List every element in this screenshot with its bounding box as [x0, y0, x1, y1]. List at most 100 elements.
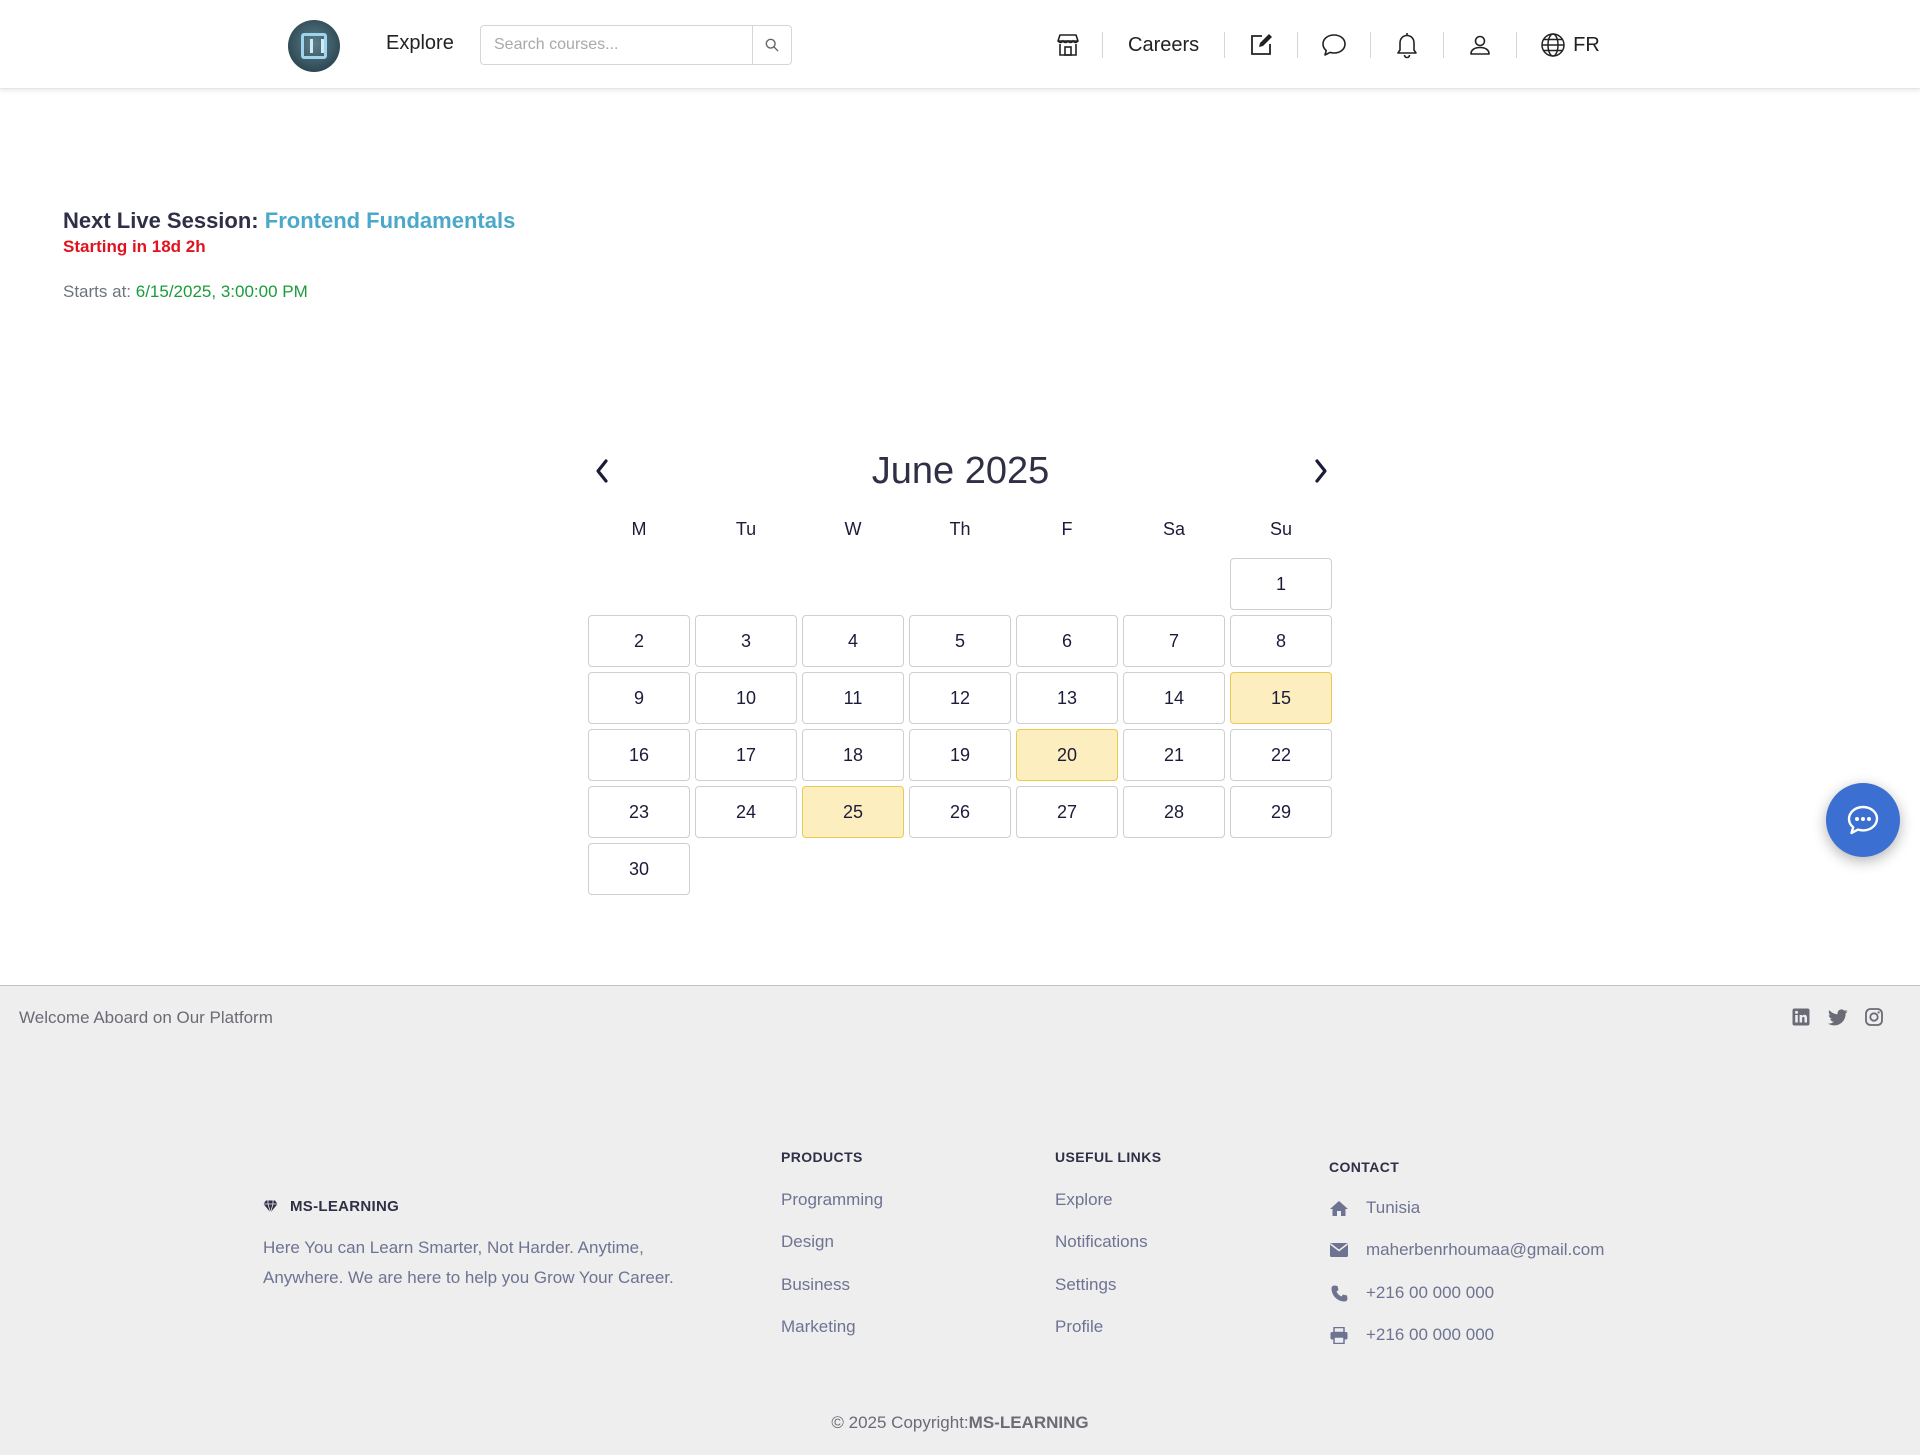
- session-start-time: Starts at: 6/15/2025, 3:00:00 PM: [63, 282, 515, 302]
- calendar-day[interactable]: 9: [588, 672, 690, 724]
- language-switcher[interactable]: FR: [1573, 34, 1600, 57]
- search-box: [480, 25, 792, 65]
- nav-separator: [1102, 32, 1103, 58]
- store-icon[interactable]: [1052, 29, 1084, 61]
- footer-useful-link[interactable]: Explore: [1055, 1190, 1113, 1210]
- instagram-icon[interactable]: [1863, 1006, 1885, 1028]
- session-label: Next Live Session:: [63, 208, 265, 233]
- calendar-day[interactable]: 6: [1016, 615, 1118, 667]
- calendar-day[interactable]: 4: [802, 615, 904, 667]
- contact-phone: +216 00 000 000: [1329, 1283, 1494, 1303]
- edit-icon[interactable]: [1245, 29, 1277, 61]
- calendar-day[interactable]: 23: [588, 786, 690, 838]
- calendar-empty-cell: [1016, 558, 1118, 610]
- calendar-day[interactable]: 17: [695, 729, 797, 781]
- footer-useful-link[interactable]: Notifications: [1055, 1232, 1148, 1252]
- calendar-header: June 2025: [588, 448, 1333, 496]
- session-countdown: Starting in 18d 2h: [63, 237, 206, 256]
- copyright-prefix: © 2025 Copyright:: [831, 1413, 969, 1432]
- chevron-right-icon: [1315, 459, 1327, 483]
- weekday-label: W: [844, 519, 862, 539]
- footer-brand-name: MS-LEARNING: [290, 1198, 400, 1215]
- footer-product-link[interactable]: Programming: [781, 1190, 883, 1210]
- starts-label: Starts at:: [63, 282, 136, 301]
- calendar-day[interactable]: 14: [1123, 672, 1225, 724]
- chat-fab-button[interactable]: [1826, 783, 1900, 857]
- copyright-brand: MS-LEARNING: [968, 1413, 1089, 1432]
- site-footer: Welcome Aboard on Our Platform MS-LEARNI…: [0, 985, 1920, 1455]
- printer-icon: [1329, 1325, 1349, 1345]
- calendar-day[interactable]: 19: [909, 729, 1011, 781]
- calendar-month-title: June 2025: [871, 450, 1050, 492]
- calendar-day[interactable]: 10: [695, 672, 797, 724]
- calendar-day[interactable]: 28: [1123, 786, 1225, 838]
- search-input[interactable]: [481, 26, 753, 64]
- user-icon[interactable]: [1464, 29, 1496, 61]
- weekday-label: Sa: [1162, 519, 1186, 539]
- footer-product-link[interactable]: Design: [781, 1232, 834, 1252]
- calendar-day[interactable]: 3: [695, 615, 797, 667]
- calendar-day[interactable]: 16: [588, 729, 690, 781]
- calendar-weekdays: M Tu W Th F Sa Su: [588, 519, 1332, 540]
- calendar-day[interactable]: 12: [909, 672, 1011, 724]
- footer-contact-title: CONTACT: [1329, 1159, 1400, 1175]
- calendar-day[interactable]: 26: [909, 786, 1011, 838]
- footer-product-link[interactable]: Business: [781, 1275, 850, 1295]
- search-icon: [765, 38, 779, 52]
- nav-separator: [1297, 32, 1299, 58]
- calendar-event-day[interactable]: 15: [1230, 672, 1332, 724]
- calendar-day[interactable]: 30: [588, 843, 690, 895]
- chat-bubble-icon[interactable]: [1318, 29, 1350, 61]
- site-logo[interactable]: [288, 20, 340, 72]
- linkedin-icon[interactable]: [1790, 1006, 1812, 1028]
- calendar-day[interactable]: 22: [1230, 729, 1332, 781]
- calendar-empty-cell: [909, 558, 1011, 610]
- calendar-day[interactable]: 29: [1230, 786, 1332, 838]
- calendar-day[interactable]: 1: [1230, 558, 1332, 610]
- search-button[interactable]: [752, 26, 791, 64]
- calendar-day[interactable]: 13: [1016, 672, 1118, 724]
- weekday-label: M: [631, 519, 647, 539]
- calendar-day[interactable]: 7: [1123, 615, 1225, 667]
- calendar-event-day[interactable]: 25: [802, 786, 904, 838]
- next-session-panel: Next Live Session: Frontend Fundamentals…: [63, 208, 515, 302]
- chat-dots-icon: [1847, 805, 1879, 835]
- footer-useful-link[interactable]: Settings: [1055, 1275, 1116, 1295]
- calendar-next-button[interactable]: [1309, 454, 1333, 488]
- calendar-empty-cell: [695, 558, 797, 610]
- footer-product-link[interactable]: Marketing: [781, 1317, 856, 1337]
- nav-separator: [1224, 32, 1226, 58]
- weekday-label: Su: [1269, 519, 1293, 539]
- calendar-day[interactable]: 18: [802, 729, 904, 781]
- nav-right-group: Careers FR: [1052, 22, 1600, 68]
- contact-email-text[interactable]: maherbenrhoumaa@gmail.com: [1366, 1240, 1604, 1260]
- twitter-icon[interactable]: [1827, 1006, 1849, 1028]
- calendar-event-day[interactable]: 20: [1016, 729, 1118, 781]
- phone-icon: [1329, 1283, 1349, 1303]
- contact-fax: +216 00 000 000: [1329, 1325, 1494, 1345]
- calendar-day[interactable]: 5: [909, 615, 1011, 667]
- nav-separator: [1516, 32, 1518, 58]
- contact-email: maherbenrhoumaa@gmail.com: [1329, 1240, 1604, 1260]
- calendar-empty-cell: [1123, 558, 1225, 610]
- calendar-day[interactable]: 8: [1230, 615, 1332, 667]
- contact-phone-text: +216 00 000 000: [1366, 1283, 1495, 1302]
- footer-copyright: © 2025 Copyright:MS-LEARNING: [0, 1413, 1920, 1433]
- contact-fax-text: +216 00 000 000: [1366, 1325, 1495, 1344]
- calendar-grid: 1 2 3 4 5 6 7 8 9 10 11 12 13 14 15 16 17 18 19 20 21 22 23 24 2…: [588, 558, 1332, 895]
- globe-icon[interactable]: [1537, 29, 1569, 61]
- session-course-link[interactable]: Frontend Fundamentals: [265, 208, 516, 233]
- calendar-day[interactable]: 21: [1123, 729, 1225, 781]
- footer-products-title: PRODUCTS: [781, 1149, 863, 1165]
- nav-explore-link[interactable]: Explore: [386, 32, 454, 55]
- nav-careers-link[interactable]: Careers: [1128, 34, 1199, 57]
- calendar-day[interactable]: 2: [588, 615, 690, 667]
- bell-icon[interactable]: [1391, 29, 1423, 61]
- calendar-day[interactable]: 24: [695, 786, 797, 838]
- footer-useful-link[interactable]: Profile: [1055, 1317, 1103, 1337]
- calendar-day[interactable]: 11: [802, 672, 904, 724]
- gem-icon: [263, 1200, 278, 1213]
- session-heading: Next Live Session: Frontend Fundamentals: [63, 208, 515, 234]
- footer-welcome-text: Welcome Aboard on Our Platform: [19, 1008, 273, 1027]
- calendar-day[interactable]: 27: [1016, 786, 1118, 838]
